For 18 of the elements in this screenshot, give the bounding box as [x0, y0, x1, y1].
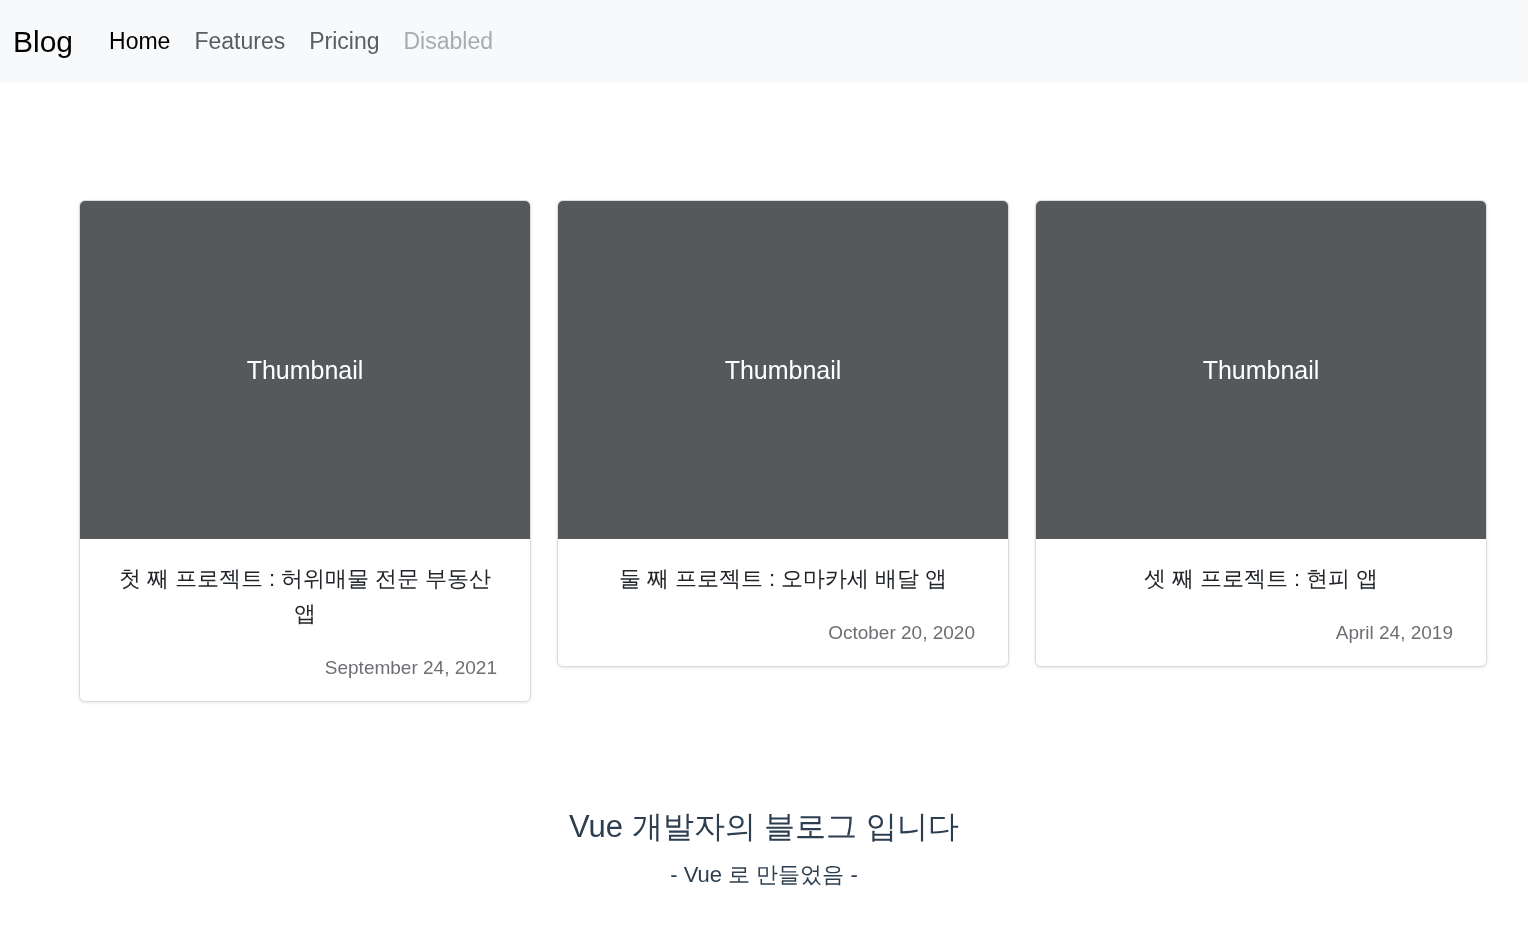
card-date: April 24, 2019	[1335, 622, 1453, 644]
project-card[interactable]: Thumbnail 셋 째 프로젝트 : 현피 앱 April 24, 2019	[1035, 200, 1487, 667]
card-date: October 20, 2020	[828, 622, 975, 644]
nav-link[interactable]: Home	[109, 28, 171, 55]
card-date: September 24, 2021	[324, 657, 497, 679]
card-title: 셋 째 프로젝트 : 현피 앱	[1142, 565, 1380, 593]
thumbnail-label: Thumbnail	[246, 355, 364, 385]
brand-link[interactable]: Blog	[13, 24, 74, 59]
nav-link[interactable]: Pricing	[309, 28, 380, 55]
footer-title: Vue 개발자의 블로그 입니다	[569, 808, 959, 846]
card-title: 둘 째 프로젝트 : 오마카세 배달 앱	[617, 565, 949, 593]
project-card[interactable]: Thumbnail 첫 째 프로젝트 : 허위매물 전문 부동산 앱 September 24, 2021	[79, 200, 531, 702]
footer-subtitle: - Vue 로 만들었음 -	[670, 861, 858, 889]
project-card[interactable]: Thumbnail 둘 째 프로젝트 : 오마카세 배달 앱 October 20, 2020	[557, 200, 1009, 667]
nav-link[interactable]: Features	[194, 28, 286, 55]
thumbnail-label: Thumbnail	[1202, 355, 1320, 385]
thumbnail-label: Thumbnail	[724, 355, 842, 385]
card-title: 첫 째 프로젝트 : 허위매물 전문 부동산 앱	[117, 565, 493, 628]
